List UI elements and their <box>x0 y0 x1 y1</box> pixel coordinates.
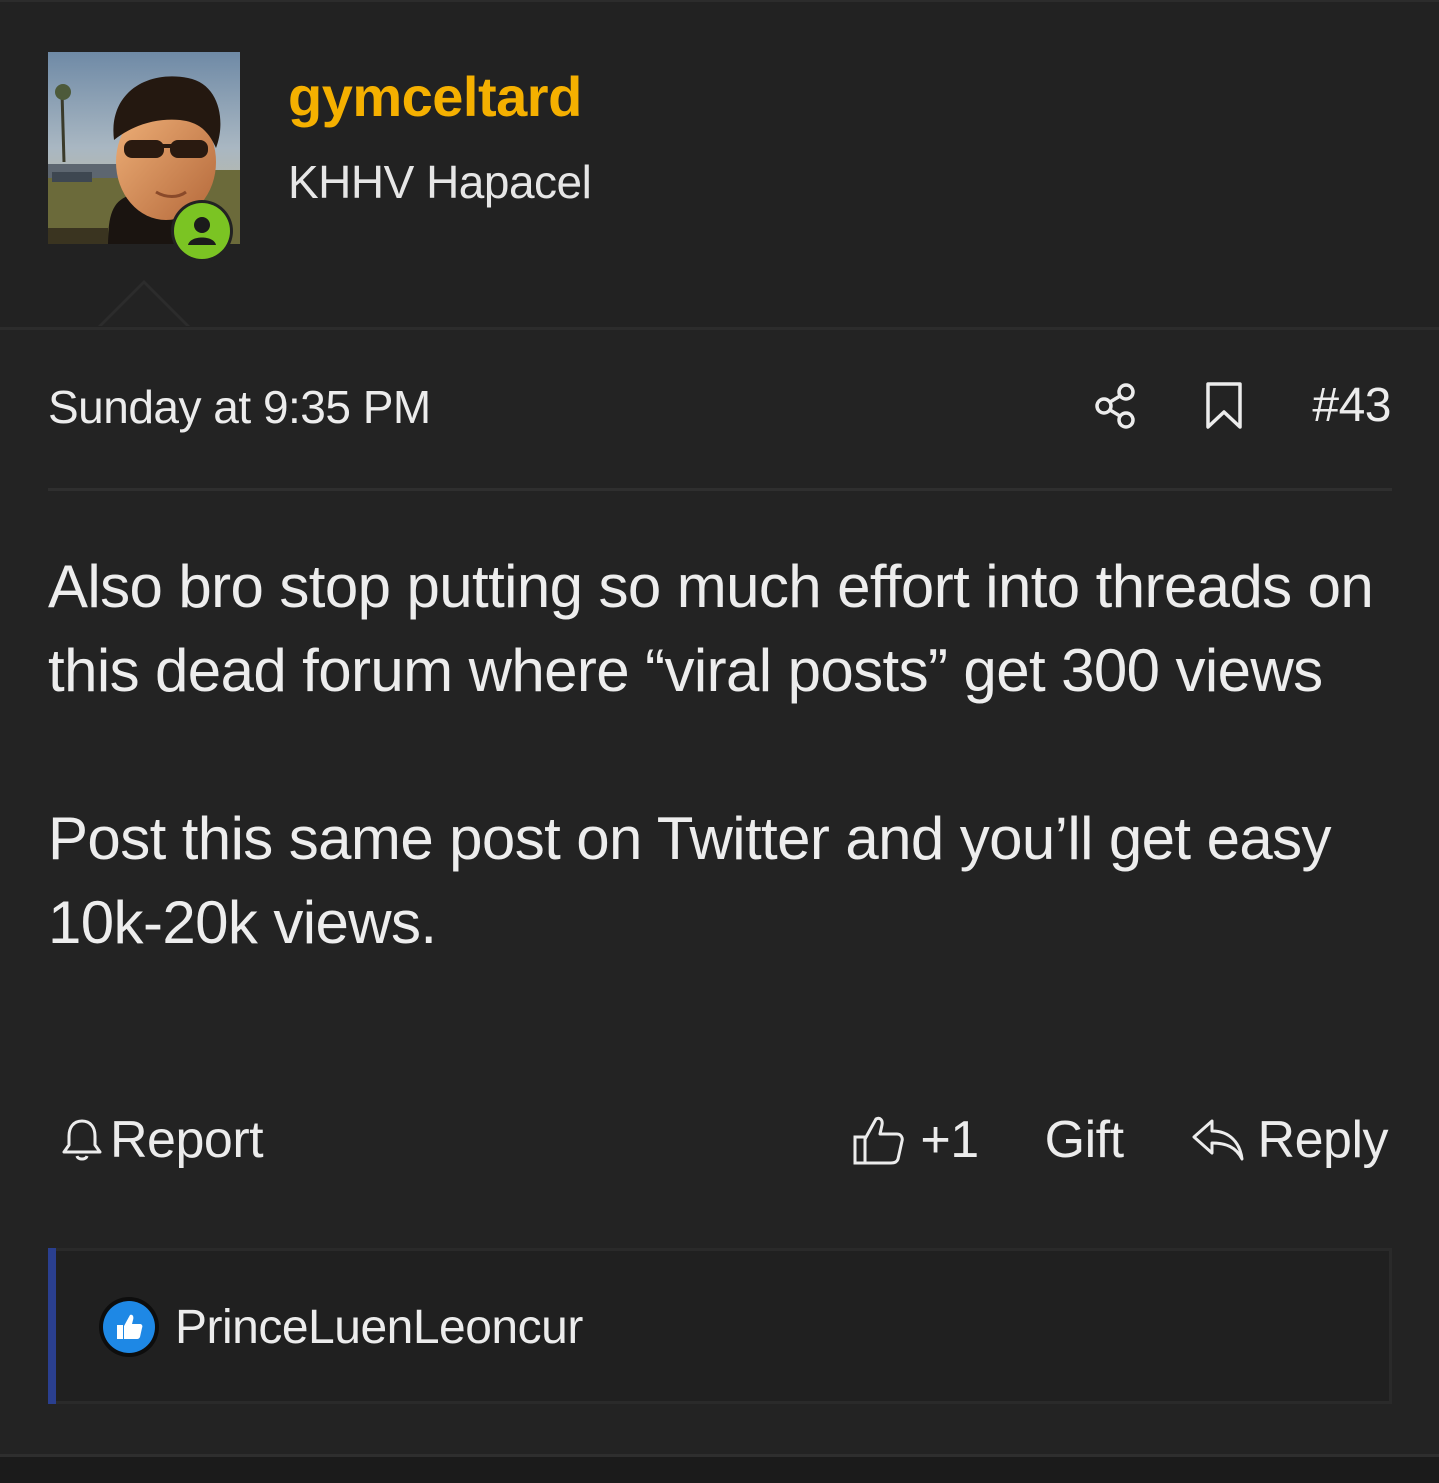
bell-icon <box>62 1119 102 1161</box>
author-title: KHHV Hapacel <box>288 156 592 208</box>
author-username[interactable]: gymceltard <box>288 64 582 129</box>
header-pointer-fill <box>102 284 186 326</box>
post-meta-actions: #43 <box>1092 378 1391 433</box>
reactions-accent <box>48 1248 56 1404</box>
reactions-bar: PrinceLuenLeoncur <box>48 1248 1392 1404</box>
user-online-icon <box>174 203 230 259</box>
post-date[interactable]: Sunday at 9:35 PM <box>48 380 431 434</box>
reply-label: Reply <box>1257 1111 1389 1169</box>
meta-divider <box>48 488 1392 491</box>
like-button[interactable]: +1 <box>852 1110 979 1170</box>
online-status-badge <box>171 200 233 262</box>
post-body: Also bro stop putting so much effort int… <box>48 545 1398 965</box>
post-paragraph: Post this same post on Twitter and you’l… <box>48 805 1332 956</box>
reaction-username[interactable]: PrinceLuenLeoncur <box>175 1300 583 1355</box>
post-user-header: gymceltard KHHV Hapacel <box>0 0 1439 330</box>
reply-icon <box>1192 1119 1244 1161</box>
share-button[interactable] <box>1092 380 1140 432</box>
report-label: Report <box>110 1111 264 1169</box>
reaction-list-link[interactable]: PrinceLuenLeoncur <box>99 1297 583 1357</box>
report-button[interactable]: Report <box>60 1110 264 1170</box>
forum-post: gymceltard KHHV Hapacel Sunday at 9:35 P… <box>0 0 1439 1457</box>
bookmark-button[interactable] <box>1204 380 1244 432</box>
reaction-badge <box>99 1297 159 1357</box>
thumbs-up-icon <box>103 1301 155 1353</box>
post-right-actions: +1 Gift Reply <box>852 1110 1389 1170</box>
post-paragraph: Also bro stop putting so much effort int… <box>48 553 1374 704</box>
bookmark-icon <box>1206 381 1243 429</box>
gift-button[interactable]: Gift <box>1045 1110 1124 1170</box>
like-count: +1 <box>920 1111 979 1169</box>
post-number-link[interactable]: #43 <box>1312 378 1391 433</box>
post-footer-actions: Report +1 Gift Reply <box>48 1110 1392 1182</box>
share-icon <box>1095 382 1136 429</box>
reply-button[interactable]: Reply <box>1190 1110 1389 1170</box>
thumbs-up-outline-icon <box>853 1116 905 1165</box>
